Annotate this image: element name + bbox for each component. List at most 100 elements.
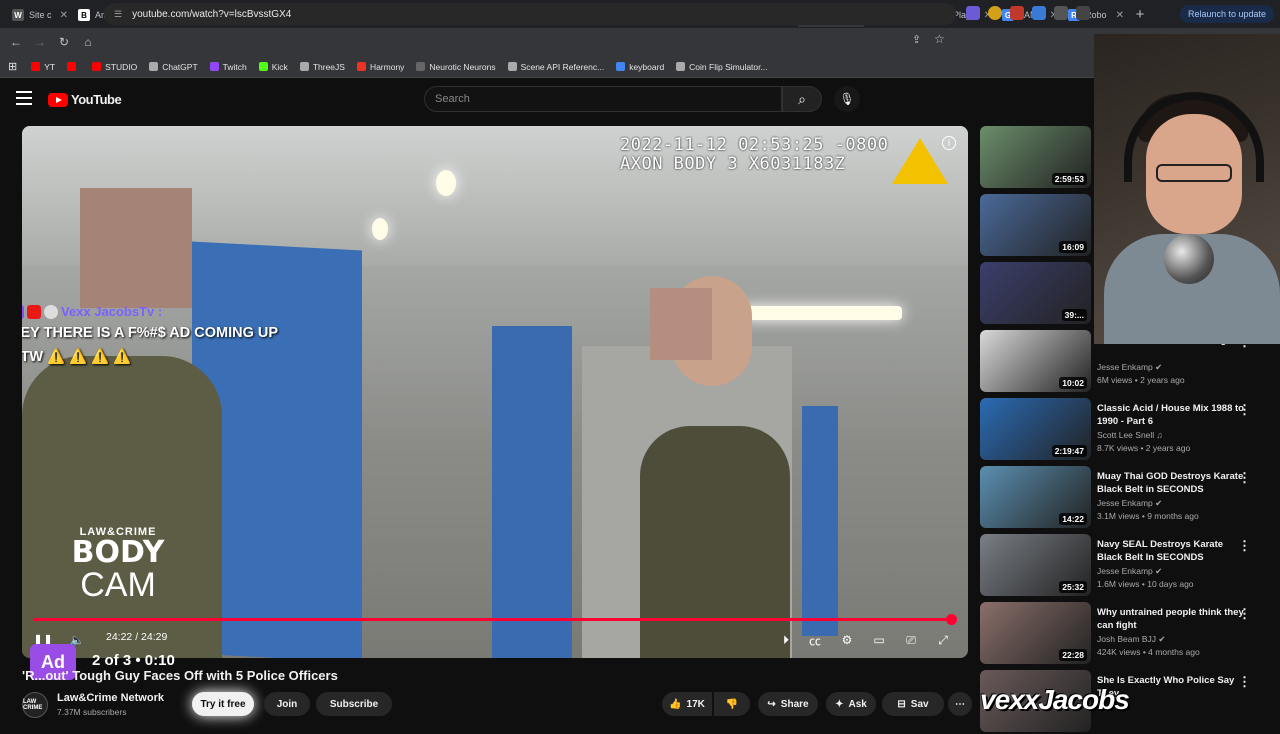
bookmark-item[interactable]: STUDIO (92, 62, 137, 72)
extension-icon[interactable] (966, 6, 980, 20)
video-thumbnail[interactable]: 10:02 (980, 330, 1091, 392)
save-button[interactable]: ⊟ Sav (882, 692, 944, 716)
home-icon[interactable]: ⌂ (76, 35, 100, 49)
more-options-icon[interactable]: ⋮ (1238, 402, 1251, 418)
bodycam-brand-overlay: LAW&CRIME BODY CAM (68, 526, 168, 602)
ask-label: Ask (848, 698, 867, 710)
install-icon[interactable]: ⇪ (912, 33, 921, 46)
bookmark-item[interactable]: Scene API Referenc... (507, 62, 604, 72)
more-options-icon[interactable]: ⋮ (1238, 674, 1251, 690)
bookmark-item[interactable]: Harmony (356, 61, 405, 72)
new-tab-icon[interactable]: + (1128, 6, 1152, 23)
ask-button[interactable]: ✦ Ask (826, 692, 876, 716)
bookmark-star-icon[interactable]: ☆ (934, 32, 945, 46)
extensions-puzzle-icon[interactable] (1054, 6, 1068, 20)
settings-gear-icon[interactable]: ⚙ (836, 630, 858, 650)
video-thumbnail[interactable]: 25:32 (980, 534, 1091, 596)
recommended-title[interactable]: Muay Thai GOD Destroys Karate Black Belt… (1097, 470, 1247, 496)
voice-search-button[interactable]: 🎙 (834, 86, 860, 112)
autoplay-toggle[interactable]: ⏵ (774, 630, 798, 650)
more-options-icon[interactable]: ⋮ (1238, 470, 1251, 486)
recommended-channel[interactable]: Jesse Enkamp ✔ (1097, 498, 1162, 509)
theater-mode-icon[interactable]: ▭ (868, 630, 890, 650)
join-button[interactable]: Join (264, 692, 310, 716)
recommended-title[interactable]: Why untrained people think they can figh… (1097, 606, 1247, 632)
bookmark-icon (67, 62, 77, 71)
channel-name[interactable]: Law&Crime Network (57, 692, 164, 704)
search-input[interactable]: Search (424, 86, 782, 112)
bookmark-item[interactable]: ThreeJS (299, 62, 345, 72)
recommended-meta: 1.6M views • 10 days ago (1097, 579, 1194, 589)
video-duration: 25:32 (1059, 581, 1087, 593)
sidepanel-icon[interactable] (1076, 6, 1090, 20)
extensions-bar (966, 6, 1090, 20)
more-options-icon[interactable]: ⋮ (1238, 538, 1251, 554)
apps-grid-icon[interactable]: ⊞ (8, 60, 17, 73)
video-thumbnail[interactable]: 2:59:53 (980, 126, 1091, 188)
recommended-channel[interactable]: Scott Lee Snell ♫ (1097, 430, 1163, 440)
bookmark-item[interactable]: Twitch (209, 62, 247, 72)
recommended-channel[interactable]: Jesse Enkamp ✔ (1097, 566, 1162, 577)
bookmark-item[interactable]: Neurotic Neurons (416, 62, 496, 72)
tab-close-icon[interactable]: ✕ (1116, 10, 1124, 21)
chat-message: HEY THERE IS A F%#$ AD COMING UP BTW ⚠️ … (22, 325, 278, 365)
bookmark-item[interactable]: Coin Flip Simulator... (676, 62, 768, 72)
youtube-logo[interactable]: YouTube (48, 92, 122, 107)
video-thumbnail[interactable]: 14:22 (980, 466, 1091, 528)
address-bar[interactable]: ☰ youtube.com/watch?v=lscBvsstGX4 (104, 3, 956, 25)
video-thumbnail[interactable]: 39:... (980, 262, 1091, 324)
reload-icon[interactable]: ↻ (52, 35, 76, 49)
extension-icon[interactable] (988, 6, 1002, 20)
more-actions-button[interactable]: ⋯ (948, 692, 972, 716)
recommended-video[interactable]: 14:22 Muay Thai GOD Destroys Karate Blac… (980, 466, 1280, 530)
back-icon[interactable]: ← (4, 35, 28, 49)
recommended-video[interactable]: 25:32 Navy SEAL Destroys Karate Black Be… (980, 534, 1280, 598)
channel-avatar[interactable]: LAW CRIME (22, 692, 48, 718)
captions-icon[interactable]: ㏄ (804, 630, 826, 650)
browser-tab[interactable]: W Site c ✕ (6, 3, 72, 27)
subscribe-button[interactable]: Subscribe (316, 692, 392, 716)
try-it-free-button[interactable]: Try it free (192, 692, 254, 716)
info-icon[interactable]: i (942, 136, 956, 150)
recommended-title[interactable]: Classic Acid / House Mix 1988 to 1990 - … (1097, 402, 1247, 428)
bookmark-label: Harmony (369, 61, 405, 72)
progress-bar[interactable] (34, 614, 958, 625)
video-thumbnail[interactable]: 16:09 (980, 194, 1091, 256)
bookmark-label: ChatGPT (162, 61, 198, 72)
save-icon: ⊟ (897, 698, 906, 710)
bookmark-item[interactable]: keyboard (616, 62, 664, 72)
recommended-channel[interactable]: Josh Beam BJJ ✔ (1097, 634, 1166, 645)
video-thumbnail[interactable]: 2:19:47 (980, 398, 1091, 460)
forward-icon[interactable]: → (28, 35, 52, 49)
site-info-icon[interactable]: ☰ (114, 9, 122, 20)
share-icon: ↪ (767, 698, 776, 710)
video-thumbnail[interactable]: 22:28 (980, 602, 1091, 664)
more-options-icon[interactable]: ⋮ (1238, 606, 1251, 622)
fullscreen-icon[interactable]: ⤢ (932, 630, 954, 650)
video-title: 'R...out' Tough Guy Faces Off with 5 Pol… (22, 668, 338, 683)
recommended-channel[interactable]: Jesse Enkamp ✔ (1097, 362, 1162, 373)
recommended-video[interactable]: 2:19:47 Classic Acid / House Mix 1988 to… (980, 398, 1280, 462)
dislike-button[interactable]: 👎 (714, 692, 750, 716)
relaunch-button[interactable]: Relaunch to update (1180, 5, 1275, 23)
bodycam-timestamp: 2022-11-12 02:53:25 -0800 AXON BODY 3 X6… (620, 136, 888, 174)
bookmark-item[interactable]: Kick (258, 62, 288, 72)
recommended-video[interactable]: 22:28 Why untrained people think they ca… (980, 602, 1280, 666)
extension-icon[interactable] (1032, 6, 1046, 20)
recommended-title[interactable]: Navy SEAL Destroys Karate Black Belt In … (1097, 538, 1247, 564)
menu-icon[interactable] (16, 91, 32, 105)
tab-favicon-icon: W (12, 9, 24, 21)
like-button[interactable]: 👍 17K (662, 692, 712, 716)
search-button[interactable]: ⌕ (782, 86, 822, 112)
ceiling-light (742, 306, 902, 320)
bookmark-item[interactable] (67, 62, 80, 71)
extension-icon[interactable] (1010, 6, 1024, 20)
bookmark-item[interactable]: ChatGPT (149, 61, 198, 72)
tab-close-icon[interactable]: ✕ (60, 10, 68, 21)
cast-icon[interactable]: ⎚ (900, 630, 922, 650)
timestamp-line: 2022-11-12 02:53:25 -0800 (620, 135, 889, 155)
thumbs-down-icon: 👎 (725, 698, 739, 710)
bookmark-item[interactable]: YT (31, 62, 55, 72)
share-button[interactable]: ↪ Share (758, 692, 818, 716)
video-player[interactable]: 2022-11-12 02:53:25 -0800 AXON BODY 3 X6… (22, 126, 968, 658)
